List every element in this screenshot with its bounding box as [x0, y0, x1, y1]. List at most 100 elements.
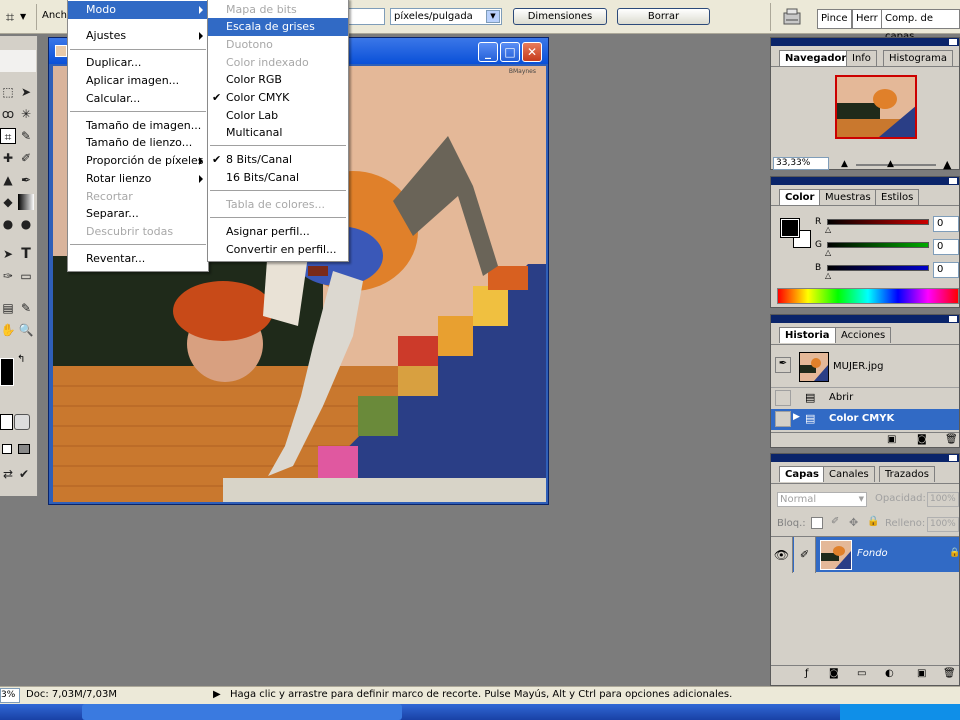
panel-titlebar[interactable]	[771, 38, 959, 46]
panel-minimize-icon[interactable]	[949, 316, 957, 322]
well-tab-layer-comps[interactable]: Comp. de capas	[881, 9, 960, 42]
menu-item-lab-color[interactable]: Color Lab	[208, 107, 278, 125]
tab-swatches[interactable]: Muestras	[819, 189, 877, 205]
close-button[interactable]: ✕	[522, 42, 542, 62]
screen-mode-standard-icon[interactable]	[2, 444, 12, 454]
well-tab-tool-presets[interactable]: Herr	[852, 9, 882, 29]
menu-item-16-bits[interactable]: 16 Bits/Canal	[208, 169, 299, 187]
tab-actions[interactable]: Acciones	[835, 327, 892, 343]
eye-visibility-icon[interactable]: 👁	[771, 537, 793, 573]
dimensions-button[interactable]: Dimensiones	[513, 8, 607, 25]
red-slider-thumb[interactable]: △	[825, 225, 831, 234]
lock-transparency-icon[interactable]	[811, 517, 823, 529]
status-play-icon[interactable]: ▶	[213, 687, 221, 703]
blur-tool-icon[interactable]: ●	[0, 216, 16, 232]
panel-minimize-icon[interactable]	[949, 178, 957, 184]
slice-tool-icon[interactable]: ✎	[18, 128, 34, 144]
tab-channels[interactable]: Canales	[823, 466, 875, 482]
trash-icon[interactable]: 🗑	[945, 434, 958, 445]
path-select-icon[interactable]: ➤	[0, 246, 16, 262]
menu-item-trap[interactable]: Reventar...	[68, 250, 145, 268]
zoom-out-icon[interactable]: ▲	[841, 159, 848, 169]
move-tool-icon[interactable]: ➤	[18, 84, 34, 100]
healing-brush-icon[interactable]: ✚	[0, 150, 16, 166]
red-slider[interactable]	[827, 219, 929, 225]
panel-titlebar[interactable]	[771, 315, 959, 323]
screen-mode-full-icon[interactable]	[18, 444, 30, 454]
brush-layer-icon[interactable]: ✐	[794, 537, 816, 573]
file-browser-icon[interactable]	[781, 6, 803, 28]
resolution-units-select[interactable]: píxeles/pulgada ▼	[390, 8, 502, 25]
blue-slider-thumb[interactable]: △	[825, 271, 831, 280]
hand-tool-icon[interactable]: ✋	[0, 322, 16, 338]
pen-tool-icon[interactable]: ✑	[0, 268, 16, 284]
taskbar-button[interactable]	[82, 704, 402, 720]
menu-item-convert-profile[interactable]: Convertir en perfil...	[208, 241, 337, 259]
menu-item-image-size[interactable]: Tamaño de imagen...	[68, 117, 201, 135]
layer-row-fondo[interactable]: 👁 ✐ Fondo 🔒	[771, 536, 960, 573]
panel-minimize-icon[interactable]	[949, 455, 957, 461]
menu-item-rgb-color[interactable]: Color RGB	[208, 71, 282, 89]
camera-snapshot-icon[interactable]: ◙	[917, 434, 927, 445]
brush-tool-icon[interactable]: ✐	[18, 150, 34, 166]
history-state-checkbox[interactable]	[775, 390, 791, 406]
adjustment-layer-icon[interactable]: ◐	[885, 668, 894, 679]
tab-color[interactable]: Color	[779, 189, 821, 205]
well-tab-brushes[interactable]: Pince	[817, 9, 852, 29]
menu-item-grayscale[interactable]: Escala de grises	[208, 18, 348, 36]
navigator-zoom-field[interactable]: 33,33%	[773, 157, 829, 170]
navigator-thumbnail[interactable]	[835, 75, 917, 139]
tab-paths[interactable]: Trazados	[879, 466, 935, 482]
snapshot-thumbnail[interactable]	[799, 352, 829, 382]
new-set-icon[interactable]: ▭	[857, 668, 866, 679]
menu-item-apply-image[interactable]: Aplicar imagen...	[68, 72, 179, 90]
menu-item-pixel-aspect[interactable]: Proporción de píxeles	[68, 152, 208, 170]
history-state-cmyk[interactable]: ▶ ▤ Color CMYK	[771, 409, 959, 430]
layer-thumbnail[interactable]	[820, 540, 852, 570]
foreground-color-swatch[interactable]	[0, 358, 14, 386]
minimize-button[interactable]: _	[478, 42, 498, 62]
lock-image-icon[interactable]: ✐	[831, 516, 839, 527]
color-spectrum-ramp[interactable]	[777, 288, 959, 304]
panel-minimize-icon[interactable]	[949, 39, 957, 45]
standard-mode-icon[interactable]	[0, 414, 13, 430]
navigator-zoom-slider[interactable]	[856, 164, 936, 166]
crop-tool-preset-icon[interactable]: ⌗	[2, 9, 18, 25]
notes-tool-icon[interactable]: ▤	[0, 300, 16, 316]
tab-layers[interactable]: Capas	[779, 466, 825, 482]
gradient-tool-icon[interactable]	[18, 194, 34, 210]
tab-histogram[interactable]: Histograma	[883, 50, 954, 66]
history-brush-source-icon[interactable]: ✒	[775, 357, 791, 373]
layer-name[interactable]: Fondo	[857, 548, 888, 559]
menu-item-canvas-size[interactable]: Tamaño de lienzo...	[68, 134, 192, 152]
dodge-tool-icon[interactable]: ●	[18, 216, 34, 232]
eyedropper-icon[interactable]: ✎	[18, 300, 34, 316]
tab-styles[interactable]: Estilos	[875, 189, 920, 205]
menu-item-8-bits[interactable]: ✔ 8 Bits/Canal	[208, 151, 348, 169]
red-value-field[interactable]: 0	[933, 216, 959, 232]
crop-tool-icon[interactable]: ⌗	[0, 128, 16, 144]
lock-all-icon[interactable]: 🔒	[867, 516, 879, 527]
imageready-icon[interactable]: ✔	[16, 466, 32, 482]
menu-item-trim[interactable]: Separar...	[68, 205, 139, 223]
tab-history[interactable]: Historia	[779, 327, 836, 343]
magic-wand-icon[interactable]: ✳	[18, 106, 34, 122]
layer-mask-icon[interactable]: ◙	[829, 668, 839, 679]
stamp-tool-icon[interactable]: ▲	[0, 172, 16, 188]
type-tool-icon[interactable]: T	[18, 246, 34, 262]
blue-value-field[interactable]: 0	[933, 262, 959, 278]
clear-button[interactable]: Borrar	[617, 8, 710, 25]
panel-titlebar[interactable]	[771, 177, 959, 185]
tab-info[interactable]: Info	[846, 50, 877, 66]
blend-mode-select[interactable]: Normal ▼	[777, 492, 867, 507]
marquee-tool-icon[interactable]: ⬚	[0, 84, 16, 100]
status-zoom-field[interactable]: 3%	[0, 688, 20, 703]
maximize-button[interactable]: □	[500, 42, 520, 62]
opacity-field[interactable]: 100%	[927, 492, 959, 507]
preset-dropdown-arrow[interactable]: ▼	[20, 12, 26, 21]
new-document-from-state-icon[interactable]: ▣	[887, 434, 896, 445]
menu-item-duplicate[interactable]: Duplicar...	[68, 54, 141, 72]
zoom-tool-icon[interactable]: 🔍	[18, 322, 34, 338]
lasso-tool-icon[interactable]: ꝏ	[0, 106, 16, 122]
zoom-slider-thumb[interactable]: ▲	[887, 159, 894, 169]
